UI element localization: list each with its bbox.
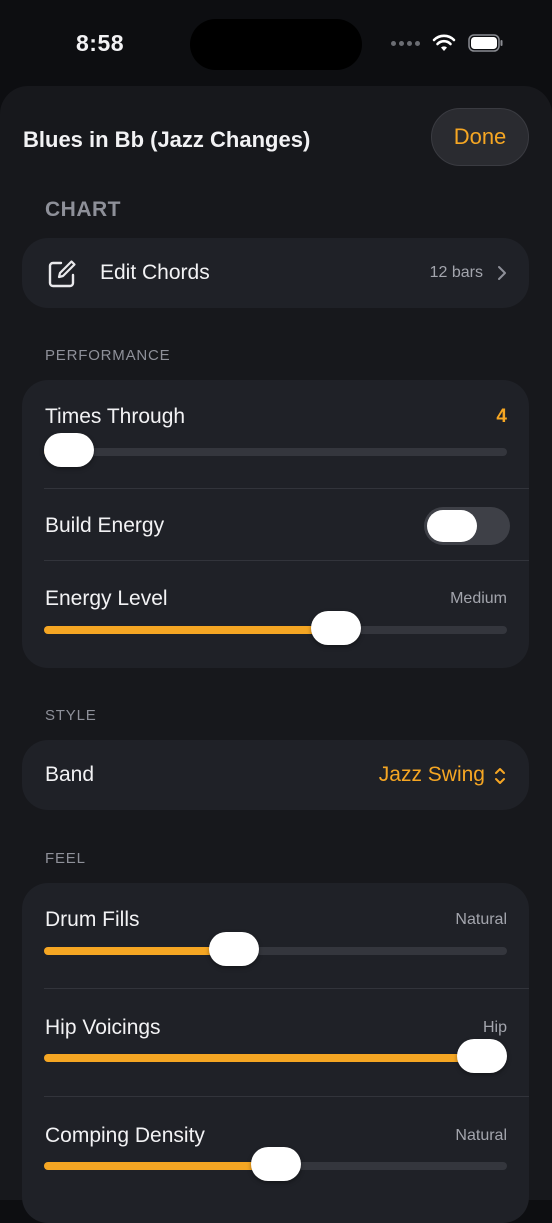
band-row[interactable]: Band Jazz Swing	[22, 740, 529, 810]
energy-level-label: Energy Level	[45, 587, 168, 610]
divider	[44, 488, 529, 489]
chevron-up-down-icon	[495, 768, 505, 784]
divider	[44, 560, 529, 561]
build-energy-toggle[interactable]	[424, 507, 510, 545]
status-time: 8:58	[76, 30, 125, 56]
hip-voicings-thumb[interactable]	[457, 1039, 507, 1073]
drum-fills-label: Drum Fills	[45, 908, 140, 931]
chevron-right-icon	[498, 266, 506, 280]
band-label: Band	[45, 763, 95, 786]
edit-icon	[48, 260, 76, 288]
build-energy-label: Build Energy	[45, 514, 165, 537]
hip-voicings-fill	[44, 1054, 482, 1062]
status-bar: 8:58	[0, 0, 552, 86]
times-through-thumb[interactable]	[44, 433, 94, 467]
band-value: Jazz Swing	[378, 763, 485, 786]
times-through-value: 4	[496, 406, 507, 427]
section-header-style: STYLE	[45, 707, 97, 724]
cellular-signal-icon	[391, 40, 420, 46]
energy-level-value: Medium	[450, 590, 507, 607]
times-through-label: Times Through	[45, 405, 186, 428]
energy-level-slider[interactable]	[44, 611, 507, 645]
comping-density-thumb[interactable]	[250, 1147, 301, 1181]
drum-fills-slider[interactable]	[44, 932, 507, 966]
status-icons	[391, 34, 504, 52]
energy-level-fill	[44, 626, 336, 634]
battery-icon	[468, 34, 503, 52]
hip-voicings-slider[interactable]	[44, 1039, 507, 1073]
comping-density-label: Comping Density	[45, 1124, 205, 1147]
drum-fills-thumb[interactable]	[208, 932, 259, 966]
comping-density-slider[interactable]	[44, 1147, 507, 1181]
comping-density-fill	[44, 1162, 276, 1170]
section-header-performance: PERFORMANCE	[45, 347, 171, 364]
sheet-title: Blues in Bb (Jazz Changes)	[23, 127, 311, 152]
hip-voicings-value: Hip	[482, 1019, 507, 1036]
section-header-feel: FEEL	[45, 850, 86, 867]
divider	[44, 1096, 529, 1097]
divider	[44, 988, 529, 989]
bar-count: 12 bars	[429, 264, 483, 281]
times-through-slider[interactable]	[44, 433, 507, 467]
energy-level-thumb[interactable]	[310, 611, 361, 645]
drum-fills-value: Natural	[455, 911, 507, 928]
performance-card: Times Through 4 Build Energy Energy Leve…	[22, 380, 529, 668]
comping-density-value: Natural	[455, 1127, 507, 1144]
feel-card: Drum Fills Natural Hip Voicings Hip Comp…	[22, 883, 529, 1223]
section-header-chart: CHART	[45, 198, 121, 221]
hip-voicings-label: Hip Voicings	[45, 1016, 161, 1039]
done-button[interactable]: Done	[431, 108, 529, 166]
drum-fills-fill	[44, 947, 234, 955]
wifi-icon	[432, 34, 456, 51]
dynamic-island	[190, 19, 362, 70]
edit-chords-row[interactable]: Edit Chords 12 bars	[22, 238, 529, 308]
toggle-knob	[427, 510, 477, 542]
edit-chords-label: Edit Chords	[100, 261, 210, 284]
